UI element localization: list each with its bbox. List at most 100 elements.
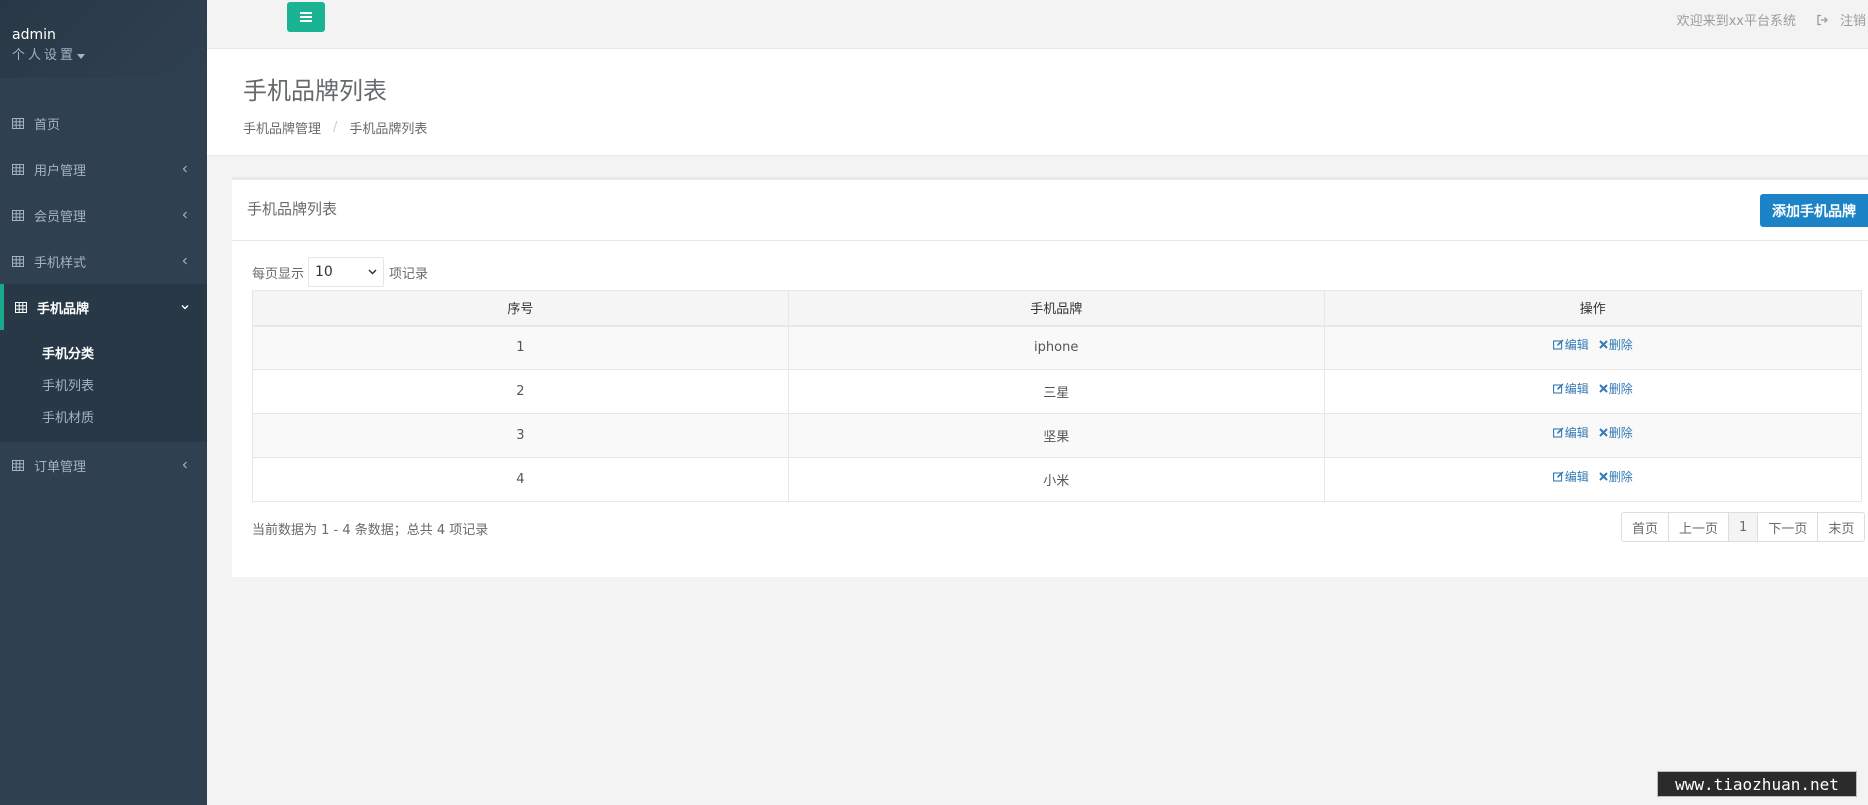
pagination: 首页 上一页 1 下一页 末页	[1621, 512, 1866, 542]
sidebar-item-label: 手机品牌	[37, 301, 90, 317]
page-length-value: 10	[315, 264, 333, 280]
sidebar-item-member-management[interactable]: 会员管理	[0, 192, 207, 238]
edit-link[interactable]: 编辑	[1552, 336, 1589, 353]
delete-label: 删除	[1608, 337, 1633, 352]
edit-link[interactable]: 编辑	[1552, 468, 1589, 485]
close-icon	[1599, 340, 1608, 349]
menu-toggle-button[interactable]	[287, 2, 325, 32]
table-header-row: 序号 手机品牌 操作	[252, 290, 1863, 327]
cell-actions: 编辑 删除	[1323, 369, 1863, 414]
brand-list-panel: 手机品牌列表 添加手机品牌 每页显示 10 项记录 序号 手机品牌 操作 1 i…	[232, 177, 1868, 577]
sidebar-item-order-management[interactable]: 订单管理	[0, 442, 207, 488]
table-icon	[12, 255, 24, 267]
sidebar-item-phone-style[interactable]: 手机样式	[0, 238, 207, 284]
user-name: admin	[12, 27, 56, 43]
edit-icon	[1552, 471, 1564, 482]
sign-out-icon	[1817, 14, 1828, 25]
delete-label: 删除	[1608, 469, 1633, 484]
edit-label: 编辑	[1564, 469, 1589, 484]
page-length-select[interactable]: 10	[308, 257, 385, 287]
table-icon	[12, 163, 24, 175]
table-icon	[15, 301, 27, 313]
table-row: 2 三星 编辑 删除	[252, 369, 1863, 414]
panel-title: 手机品牌列表	[247, 200, 338, 218]
edit-link[interactable]: 编辑	[1552, 424, 1589, 441]
length-prefix: 每页显示	[252, 266, 305, 282]
logout-link[interactable]: 注销	[1816, 10, 1868, 29]
cell-index: 1	[252, 325, 789, 370]
cell-brand: 小米	[787, 457, 1325, 502]
chevron-down-icon	[181, 305, 189, 310]
breadcrumb-separator: /	[333, 120, 338, 135]
cell-brand: 三星	[787, 369, 1325, 414]
sidebar-item-home[interactable]: 首页	[0, 100, 207, 146]
breadcrumb: 手机品牌管理 / 手机品牌列表	[243, 118, 1868, 137]
cell-brand: 坚果	[787, 413, 1325, 458]
user-settings-dropdown[interactable]: 个人设置	[12, 47, 86, 65]
close-icon	[1599, 471, 1608, 481]
table-row: 4 小米 编辑 删除	[252, 457, 1863, 502]
sidebar-item-user-management[interactable]: 用户管理	[0, 146, 207, 192]
table-icon	[12, 209, 24, 221]
add-brand-button[interactable]: 添加手机品牌	[1760, 194, 1868, 227]
delete-link[interactable]: 删除	[1599, 424, 1633, 441]
pagination-previous[interactable]: 上一页	[1668, 512, 1730, 542]
pagination-next[interactable]: 下一页	[1757, 512, 1819, 542]
edit-icon	[1552, 427, 1564, 438]
breadcrumb-item-brand-management[interactable]: 手机品牌管理	[243, 118, 321, 137]
edit-label: 编辑	[1564, 381, 1589, 396]
chevron-left-icon	[182, 461, 187, 469]
close-icon	[1599, 383, 1608, 393]
sidebar-item-label: 会员管理	[34, 209, 87, 225]
submenu-item-phone-list[interactable]: 手机列表	[0, 368, 207, 400]
delete-label: 删除	[1608, 425, 1633, 440]
submenu-item-phone-category[interactable]: 手机分类	[0, 336, 207, 368]
table-row: 3 坚果 编辑 删除	[252, 413, 1863, 458]
sidebar-nav: 首页 用户管理 会员管理 手机样式 手机品牌 手机分类 手机列表 手机材质 订单…	[0, 100, 207, 488]
chevron-left-icon	[182, 257, 187, 265]
column-header-index[interactable]: 序号	[252, 290, 789, 327]
chevron-left-icon	[182, 165, 187, 173]
table-icon	[12, 117, 24, 129]
close-icon	[1599, 427, 1608, 437]
page-heading: 手机品牌列表 手机品牌管理 / 手机品牌列表	[207, 49, 1868, 156]
sidebar-item-label: 手机样式	[34, 255, 87, 271]
pagination-last[interactable]: 末页	[1817, 512, 1866, 542]
length-suffix: 项记录	[389, 266, 429, 282]
cell-index: 4	[252, 457, 789, 502]
cell-index: 3	[252, 413, 789, 458]
profile-header: admin 个人设置	[0, 0, 207, 78]
column-header-actions: 操作	[1323, 290, 1863, 327]
sidebar-item-phone-brand[interactable]: 手机品牌	[0, 284, 207, 330]
sidebar-item-label: 用户管理	[34, 163, 87, 179]
cell-actions: 编辑 删除	[1323, 325, 1863, 370]
cell-actions: 编辑 删除	[1323, 457, 1863, 502]
watermark: www.tiaozhuan.net	[1657, 771, 1857, 797]
edit-icon	[1552, 339, 1564, 350]
pagination-page-1[interactable]: 1	[1728, 512, 1759, 542]
page-length-control: 每页显示 10 项记录	[252, 257, 428, 287]
panel-header: 手机品牌列表 添加手机品牌	[232, 180, 1868, 241]
brand-table: 序号 手机品牌 操作 1 iphone 编辑 删除 2 三星 编辑 删除 3 坚…	[252, 290, 1863, 502]
table-row: 1 iphone 编辑 删除	[252, 325, 1863, 370]
sidebar: admin 个人设置 首页 用户管理 会员管理 手机样式 手机品牌 手机分类 手…	[0, 0, 207, 805]
edit-label: 编辑	[1564, 425, 1589, 440]
column-header-brand[interactable]: 手机品牌	[787, 290, 1325, 327]
page-title: 手机品牌列表	[243, 77, 387, 105]
delete-link[interactable]: 删除	[1599, 380, 1633, 397]
delete-link[interactable]: 删除	[1599, 468, 1633, 485]
cell-index: 2	[252, 369, 789, 414]
chevron-left-icon	[182, 211, 187, 219]
edit-link[interactable]: 编辑	[1552, 380, 1589, 397]
submenu-item-phone-material[interactable]: 手机材质	[0, 400, 207, 432]
chevron-down-icon	[368, 269, 377, 275]
delete-link[interactable]: 删除	[1599, 336, 1633, 353]
caret-down-icon	[77, 53, 86, 59]
user-settings-label: 个人设置	[12, 48, 77, 63]
delete-label: 删除	[1608, 381, 1633, 396]
sidebar-item-label: 首页	[34, 117, 61, 133]
pagination-first[interactable]: 首页	[1621, 512, 1670, 542]
top-navbar: 欢迎来到xx平台系统 注销	[207, 0, 1868, 49]
hamburger-icon	[300, 12, 312, 22]
logout-label: 注销	[1840, 14, 1867, 29]
